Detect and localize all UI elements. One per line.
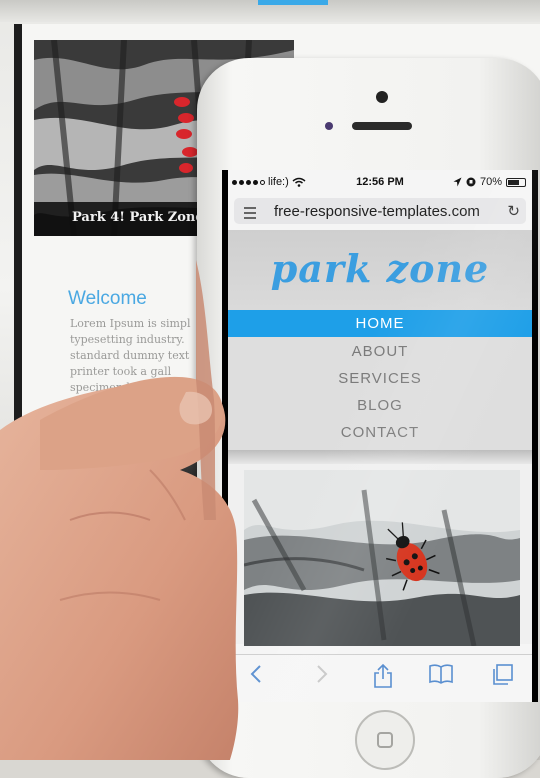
hand-holding-phone — [0, 260, 239, 760]
